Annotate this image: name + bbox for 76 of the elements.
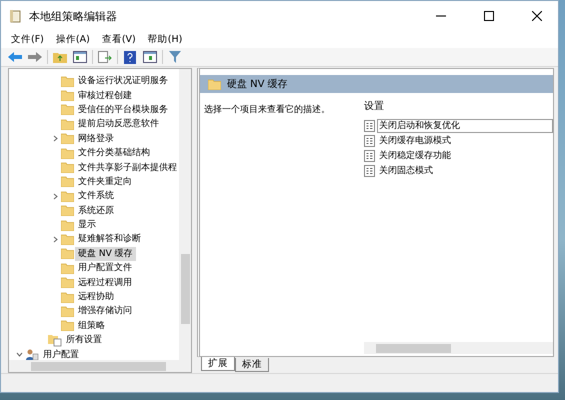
tree-item[interactable]: 用户配置文件 bbox=[75, 261, 135, 276]
folder-icon bbox=[61, 104, 74, 116]
folder-icon bbox=[61, 118, 74, 130]
header-title: 硬盘 NV 缓存 bbox=[227, 78, 288, 91]
folder-icon bbox=[61, 262, 74, 274]
policy-icon bbox=[364, 150, 375, 162]
vertical-scrollbar[interactable] bbox=[179, 69, 191, 360]
user-icon bbox=[25, 348, 39, 360]
tree-item[interactable]: 文件夹重定向 bbox=[75, 174, 135, 189]
folder-icon bbox=[61, 277, 74, 288]
setting-item[interactable]: 关闭缓存电源模式 bbox=[377, 134, 453, 148]
policy-icon bbox=[364, 134, 375, 146]
tree-item[interactable]: 组策略 bbox=[75, 318, 108, 333]
tree-item[interactable]: 网络登录 bbox=[75, 132, 117, 146]
tree-item[interactable]: 增强存储访问 bbox=[75, 304, 135, 318]
tree-item[interactable]: 所有设置 bbox=[63, 333, 105, 348]
menu-item[interactable]: 操作(A) bbox=[50, 31, 96, 48]
tree-item[interactable]: 设备运行状况证明服务 bbox=[75, 74, 171, 88]
setting-item[interactable]: 关闭固态模式 bbox=[377, 164, 435, 178]
policy-icon bbox=[364, 164, 375, 176]
menu-item[interactable]: 查看(V) bbox=[96, 31, 142, 48]
folder-icon bbox=[61, 306, 74, 317]
properties-button[interactable] bbox=[142, 49, 158, 65]
forward-button[interactable] bbox=[27, 49, 43, 65]
tree-item[interactable]: 远程协助 bbox=[75, 290, 117, 304]
back-button[interactable] bbox=[7, 49, 23, 65]
settings-folder-icon bbox=[48, 334, 62, 347]
folder-icon bbox=[61, 133, 74, 144]
tree-item[interactable]: 审核过程创建 bbox=[75, 88, 135, 103]
folder-icon bbox=[61, 320, 74, 332]
chevron-right-icon[interactable] bbox=[52, 192, 58, 200]
view-tab[interactable]: 标准 bbox=[235, 358, 269, 372]
horizontal-scrollbar[interactable] bbox=[9, 360, 191, 372]
chevron-right-icon[interactable] bbox=[52, 135, 58, 142]
description-text: 选择一个项目来查看它的描述。 bbox=[204, 105, 330, 115]
window-title: 本地组策略编辑器 bbox=[29, 8, 118, 24]
maximize-icon bbox=[484, 11, 494, 21]
folder-icon bbox=[61, 248, 74, 260]
menu-item[interactable]: 帮助(H) bbox=[142, 31, 188, 48]
tree-item[interactable]: 远程过程调用 bbox=[75, 276, 135, 290]
folder-icon bbox=[61, 90, 74, 102]
menu-item[interactable]: 文件(F) bbox=[5, 31, 50, 48]
chevron-down-icon[interactable] bbox=[16, 351, 22, 358]
folder-icon bbox=[61, 220, 74, 231]
column-header[interactable]: 设置 bbox=[364, 99, 384, 113]
setting-item[interactable]: 关闭启动和恢复优化 bbox=[377, 118, 553, 132]
tree-item[interactable]: 硬盘 NV 缓存 bbox=[75, 246, 136, 261]
folder-icon bbox=[61, 205, 74, 216]
horizontal-scrollbar[interactable] bbox=[364, 342, 553, 354]
close-icon bbox=[532, 11, 542, 21]
tree-item[interactable]: 显示 bbox=[75, 218, 99, 232]
folder-icon bbox=[61, 162, 74, 174]
filter-button[interactable] bbox=[167, 49, 183, 65]
folder-icon bbox=[61, 76, 74, 87]
setting-item[interactable]: 关闭稳定缓存功能 bbox=[377, 148, 453, 162]
export-button[interactable] bbox=[97, 49, 113, 65]
tree-item[interactable]: 提前启动反恶意软件 bbox=[75, 117, 162, 132]
folder-icon bbox=[61, 190, 74, 202]
show-tree-button[interactable] bbox=[72, 49, 88, 65]
folder-icon bbox=[61, 292, 74, 303]
help-button[interactable] bbox=[122, 49, 138, 65]
scroll-icon bbox=[9, 9, 23, 23]
folder-icon bbox=[61, 148, 74, 159]
folder-icon bbox=[61, 176, 74, 188]
tree-item[interactable]: 疑难解答和诊断 bbox=[75, 232, 144, 246]
tree-item[interactable]: 受信任的平台模块服务 bbox=[75, 102, 171, 117]
folder-icon bbox=[208, 78, 221, 90]
view-tab[interactable]: 扩展 bbox=[201, 357, 235, 371]
tree-item[interactable]: 用户配置 bbox=[40, 348, 82, 360]
tree-item[interactable]: 系统还原 bbox=[75, 204, 117, 218]
chevron-right-icon[interactable] bbox=[52, 236, 58, 243]
tree-item[interactable]: 文件系统 bbox=[75, 189, 117, 204]
policy-icon bbox=[364, 120, 375, 132]
tree-item[interactable]: 文件分类基础结构 bbox=[75, 146, 153, 160]
folder-icon bbox=[61, 234, 74, 245]
tree-item[interactable]: 文件共享影子副本提供程 bbox=[75, 160, 179, 175]
